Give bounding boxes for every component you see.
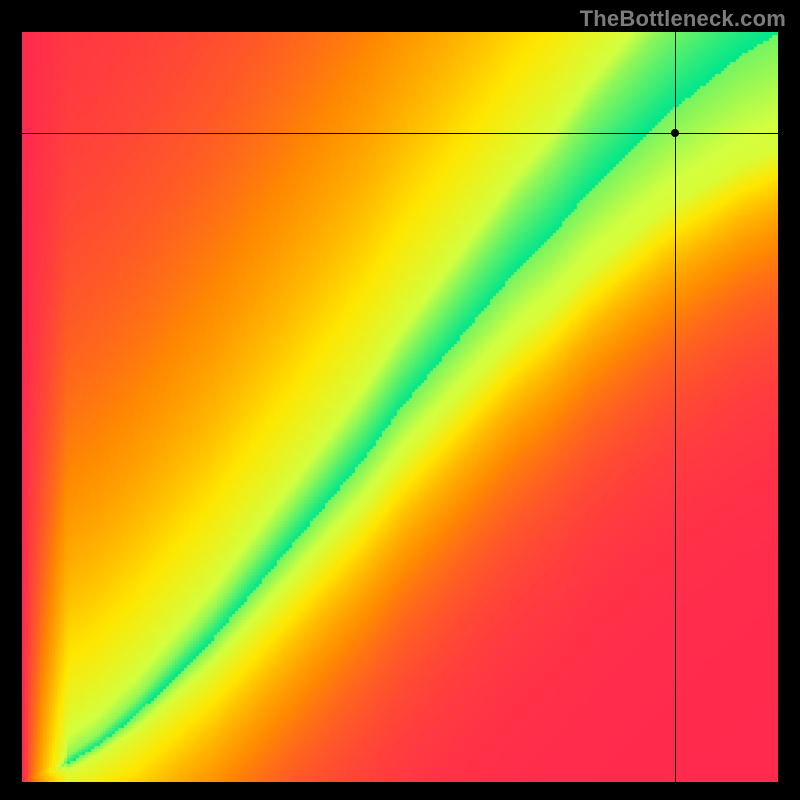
crosshair-vertical [675,32,676,782]
crosshair-dot [671,129,679,137]
heatmap-plot [22,32,778,782]
heatmap-canvas [22,32,778,782]
crosshair-horizontal [22,133,778,134]
watermark: TheBottleneck.com [580,6,786,32]
